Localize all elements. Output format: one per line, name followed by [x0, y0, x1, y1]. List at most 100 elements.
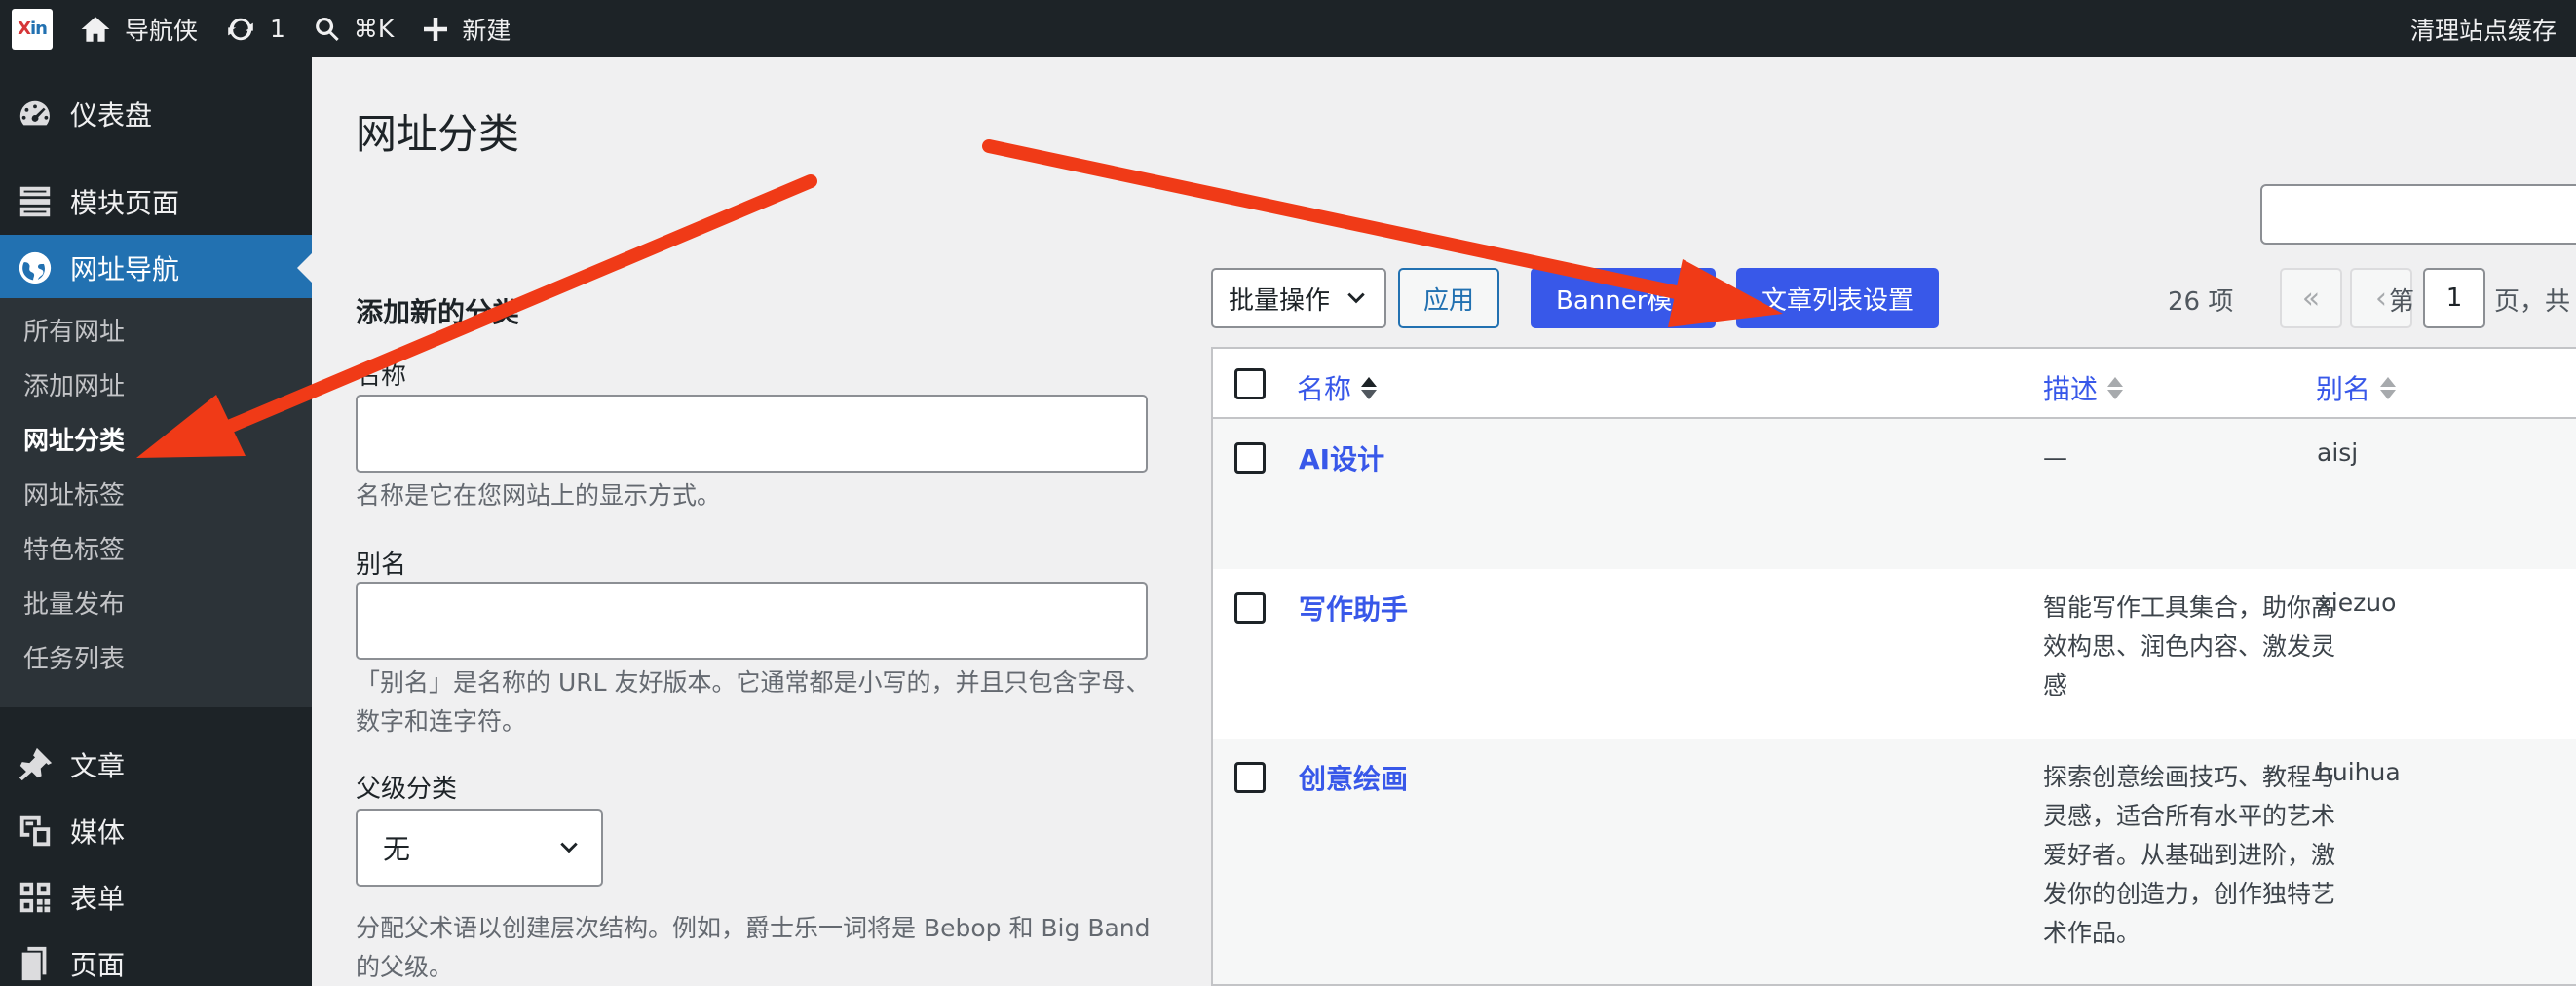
- column-description-label: 描述: [2043, 373, 2099, 405]
- updates-link[interactable]: 1: [211, 0, 299, 57]
- sort-icon: [2107, 376, 2124, 399]
- admin-bar: Xin 导航侠 1 ⌘K 新建 清理站点缓存: [0, 0, 2576, 57]
- row-checkbox[interactable]: [1234, 442, 1266, 474]
- row-checkbox[interactable]: [1234, 592, 1266, 624]
- new-label: 新建: [462, 16, 511, 45]
- row-description: —: [2043, 443, 2067, 472]
- parent-help: 分配父术语以创建层次结构。例如，爵士乐一词将是 Bebop 和 Big Band…: [356, 914, 1151, 981]
- chevron-down-icon: [1347, 292, 1365, 304]
- menu-url-navigation-label: 网址导航: [70, 253, 180, 285]
- menu-pages-label: 页面: [70, 949, 126, 981]
- dashboard-icon: [19, 100, 50, 126]
- column-slug-header[interactable]: 别名: [2316, 368, 2397, 407]
- menu-forms-label: 表单: [70, 883, 126, 915]
- item-count: 26 项: [2168, 287, 2234, 317]
- menu-url-navigation[interactable]: 网址导航: [0, 235, 312, 301]
- sort-icon: [1361, 376, 1378, 399]
- search-icon: [316, 17, 339, 41]
- forms-icon: [19, 882, 51, 913]
- submenu-task-list[interactable]: 任务列表: [23, 629, 125, 684]
- submenu-all-urls[interactable]: 所有网址: [23, 302, 125, 357]
- slug-help: 「别名」是名称的 URL 友好版本。它通常都是小写的，并且只包含字母、数字和连字…: [356, 668, 1151, 736]
- menu-posts-label: 文章: [70, 750, 126, 782]
- table-row: AI设计 — aisj: [1213, 419, 2576, 569]
- site-name: 导航侠: [125, 16, 199, 45]
- submenu-bulk-publish[interactable]: 批量发布: [23, 575, 125, 629]
- table-row: 写作助手 智能写作工具集合，助你高效构思、润色内容、激发灵感 xiezuo: [1213, 569, 2576, 739]
- row-checkbox[interactable]: [1234, 762, 1266, 793]
- plus-icon: [424, 17, 448, 41]
- row-description: 探索创意绘画技巧、教程与灵感，适合所有水平的艺术爱好者。从基础到进阶，激发你的创…: [2043, 763, 2336, 947]
- page-prefix: 第: [2389, 287, 2415, 317]
- pin-icon: [19, 747, 53, 781]
- name-input[interactable]: [356, 395, 1148, 473]
- menu-module-pages[interactable]: 模块页面: [0, 169, 312, 235]
- submenu-add-url[interactable]: 添加网址: [23, 357, 125, 411]
- layout-icon: [19, 186, 51, 217]
- post-list-settings-button[interactable]: 文章列表设置: [1736, 268, 1939, 328]
- page-suffix: 页，共: [2494, 287, 2571, 317]
- column-description-header[interactable]: 描述: [2043, 368, 2124, 407]
- bulk-actions-label: 批量操作: [1229, 285, 1331, 316]
- row-description: 智能写作工具集合，助你高效构思、润色内容、激发灵感: [2043, 593, 2336, 700]
- clear-cache-label: 清理站点缓存: [2409, 16, 2557, 45]
- search-categories-input[interactable]: [2260, 184, 2576, 245]
- menu-dashboard[interactable]: 仪表盘: [0, 81, 312, 147]
- name-label: 名称: [356, 361, 407, 391]
- row-slug: huihua: [2317, 758, 2401, 786]
- column-name-label: 名称: [1297, 373, 1352, 405]
- apply-button[interactable]: 应用: [1398, 268, 1499, 328]
- submenu-url-categories[interactable]: 网址分类: [23, 411, 125, 466]
- table-row: 创意绘画 探索创意绘画技巧、教程与灵感，适合所有水平的艺术爱好者。从基础到进阶，…: [1213, 739, 2576, 984]
- menu-pages[interactable]: 页面: [0, 930, 312, 986]
- add-category-heading: 添加新的分类: [356, 296, 520, 328]
- menu-module-pages-label: 模块页面: [70, 187, 180, 219]
- clear-cache-link[interactable]: 清理站点缓存: [2410, 0, 2557, 57]
- row-slug: aisj: [2317, 438, 2359, 467]
- select-all-checkbox[interactable]: [1234, 368, 1266, 399]
- logo-icon: Xin: [12, 8, 53, 50]
- home-icon: [81, 16, 110, 42]
- chevron-down-icon: [560, 842, 578, 853]
- current-page-input[interactable]: 1: [2423, 268, 2485, 328]
- page-icon: [21, 946, 47, 981]
- name-help: 名称是它在您网站上的显示方式。: [356, 481, 722, 510]
- admin-sidebar: 仪表盘 模块页面 网址导航 所有网址 添加网址 网址分类 网址标签 特色标签 批…: [0, 57, 312, 986]
- search-shortcut-label: ⌘K: [353, 15, 395, 43]
- slug-input[interactable]: [356, 582, 1148, 660]
- updates-count: 1: [270, 15, 285, 43]
- bulk-actions-select[interactable]: 批量操作: [1211, 268, 1386, 328]
- sort-icon: [2380, 376, 2397, 399]
- menu-media-label: 媒体: [70, 816, 126, 849]
- menu-dashboard-label: 仪表盘: [70, 99, 153, 132]
- parent-label: 父级分类: [356, 775, 458, 804]
- globe-icon: [19, 251, 52, 284]
- menu-forms[interactable]: 表单: [0, 864, 312, 930]
- row-slug: xiezuo: [2317, 588, 2397, 617]
- menu-posts[interactable]: 文章: [0, 732, 312, 798]
- row-name-link[interactable]: 创意绘画: [1299, 758, 1408, 797]
- submenu-featured-tags[interactable]: 特色标签: [23, 520, 125, 575]
- categories-table: 名称 描述 别名 AI设计 — aisj 写作助手 智能写作工具集合，助你高效构…: [1211, 347, 2576, 986]
- site-logo[interactable]: Xin: [0, 0, 66, 57]
- row-name-link[interactable]: 写作助手: [1299, 588, 1408, 627]
- site-name-link[interactable]: 导航侠: [66, 0, 211, 57]
- media-icon: [19, 815, 51, 847]
- slug-label: 别名: [356, 550, 407, 580]
- menu-media[interactable]: 媒体: [0, 798, 312, 864]
- new-content-link[interactable]: 新建: [407, 0, 524, 57]
- submenu-url-tags[interactable]: 网址标签: [23, 466, 125, 520]
- main-content: 网址分类 添加新的分类 名称 名称是它在您网站上的显示方式。 别名 「别名」是名…: [312, 57, 2576, 986]
- parent-select[interactable]: 无: [356, 809, 603, 887]
- refresh-icon: [228, 18, 253, 40]
- page-title: 网址分类: [356, 110, 520, 158]
- banner-template-button[interactable]: Banner模板: [1531, 268, 1716, 328]
- url-navigation-submenu: 所有网址 添加网址 网址分类 网址标签 特色标签 批量发布 任务列表: [0, 298, 312, 707]
- table-header: 名称 描述 别名: [1213, 349, 2576, 419]
- row-name-link[interactable]: AI设计: [1299, 438, 1384, 477]
- column-name-header[interactable]: 名称: [1297, 368, 1378, 407]
- column-slug-label: 别名: [2316, 373, 2371, 405]
- parent-select-value: 无: [383, 833, 411, 865]
- first-page-button[interactable]: «: [2280, 268, 2342, 328]
- search-shortcut[interactable]: ⌘K: [299, 0, 407, 57]
